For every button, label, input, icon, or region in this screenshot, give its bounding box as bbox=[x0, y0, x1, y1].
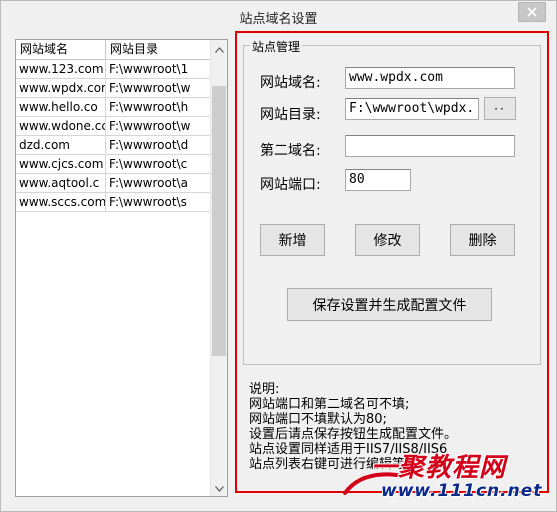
settings-window: 站点域名设置 网站域名 网站目录 www.123.com F:\wwwroot\… bbox=[0, 0, 557, 512]
column-header-domain[interactable]: 网站域名 bbox=[16, 40, 106, 60]
scroll-down-button[interactable] bbox=[211, 479, 227, 496]
cell-directory: F:\wwwroot\w bbox=[106, 117, 211, 136]
chevron-up-icon bbox=[214, 42, 224, 56]
cell-directory: F:\wwwroot\w bbox=[106, 79, 211, 98]
second-domain-label: 第二域名: bbox=[260, 143, 321, 159]
site-manage-group-label: 站点管理 bbox=[250, 38, 303, 55]
notes-line: 设置后请点保存按钮生成配置文件。 bbox=[249, 427, 458, 442]
window-title: 站点域名设置 bbox=[239, 12, 318, 27]
site-list-rows: www.123.com F:\wwwroot\1 www.wpdx.com F:… bbox=[16, 60, 211, 212]
notes-line: 网站端口不填默认为80; bbox=[249, 412, 387, 427]
site-list-header: 网站域名 网站目录 bbox=[16, 40, 211, 60]
cell-domain: www.sccs.com bbox=[16, 193, 106, 212]
vertical-scrollbar[interactable] bbox=[210, 40, 227, 496]
domain-input[interactable]: www.wpdx.com bbox=[345, 67, 515, 89]
second-domain-input[interactable] bbox=[345, 135, 515, 157]
table-row[interactable]: www.123.com F:\wwwroot\1 bbox=[16, 60, 211, 79]
cell-domain: www.cjcs.com bbox=[16, 155, 106, 174]
notes: 说明: 网站端口和第二域名可不填; 网站端口不填默认为80; 设置后请点保存按钮… bbox=[249, 382, 539, 472]
cell-directory: F:\wwwroot\h bbox=[106, 98, 211, 117]
site-list[interactable]: 网站域名 网站目录 www.123.com F:\wwwroot\1 www.w… bbox=[15, 39, 228, 497]
chevron-down-icon bbox=[214, 481, 224, 495]
notes-line: 站点列表右键可进行编辑等 bbox=[249, 457, 406, 472]
browse-button[interactable]: ·· bbox=[484, 97, 516, 120]
table-row[interactable]: www.wdone.cc F:\wwwroot\w bbox=[16, 117, 211, 136]
table-row[interactable]: www.wpdx.com F:\wwwroot\w bbox=[16, 79, 211, 98]
table-row[interactable]: www.cjcs.com F:\wwwroot\c bbox=[16, 155, 211, 174]
table-row[interactable]: dzd.com F:\wwwroot\d bbox=[16, 136, 211, 155]
scroll-up-button[interactable] bbox=[211, 40, 227, 57]
table-row[interactable]: www.hello.co F:\wwwroot\h bbox=[16, 98, 211, 117]
notes-line: 站点设置同样适用于IIS7/IIS8/IIS6 bbox=[249, 442, 448, 457]
table-row[interactable]: www.aqtool.c F:\wwwroot\a bbox=[16, 174, 211, 193]
close-icon bbox=[527, 7, 537, 17]
notes-line: 说明: bbox=[249, 382, 280, 397]
cell-domain: www.aqtool.c bbox=[16, 174, 106, 193]
directory-label: 网站目录: bbox=[260, 107, 321, 123]
notes-line: 网站端口和第二域名可不填; bbox=[249, 397, 410, 412]
cell-domain: www.wdone.cc bbox=[16, 117, 106, 136]
cell-directory: F:\wwwroot\a bbox=[106, 174, 211, 193]
add-button[interactable]: 新增 bbox=[260, 224, 325, 256]
title-bar[interactable]: 站点域名设置 bbox=[1, 1, 556, 31]
edit-button[interactable]: 修改 bbox=[355, 224, 420, 256]
scrollbar-thumb[interactable] bbox=[212, 86, 226, 356]
port-input[interactable]: 80 bbox=[345, 169, 411, 191]
cell-directory: F:\wwwroot\1 bbox=[106, 60, 211, 79]
cell-domain: www.hello.co bbox=[16, 98, 106, 117]
delete-button[interactable]: 删除 bbox=[450, 224, 515, 256]
cell-directory: F:\wwwroot\c bbox=[106, 155, 211, 174]
port-label: 网站端口: bbox=[260, 177, 321, 193]
cell-domain: www.wpdx.com bbox=[16, 79, 106, 98]
cell-domain: www.123.com bbox=[16, 60, 106, 79]
cell-directory: F:\wwwroot\s bbox=[106, 193, 211, 212]
close-button[interactable] bbox=[518, 2, 546, 22]
table-row[interactable]: www.sccs.com F:\wwwroot\s bbox=[16, 193, 211, 212]
column-header-directory[interactable]: 网站目录 bbox=[106, 40, 211, 60]
cell-domain: dzd.com bbox=[16, 136, 106, 155]
save-generate-config-button[interactable]: 保存设置并生成配置文件 bbox=[287, 288, 492, 321]
domain-label: 网站域名: bbox=[260, 75, 321, 91]
cell-directory: F:\wwwroot\d bbox=[106, 136, 211, 155]
directory-input[interactable]: F:\wwwroot\wpdx. bbox=[345, 98, 479, 120]
